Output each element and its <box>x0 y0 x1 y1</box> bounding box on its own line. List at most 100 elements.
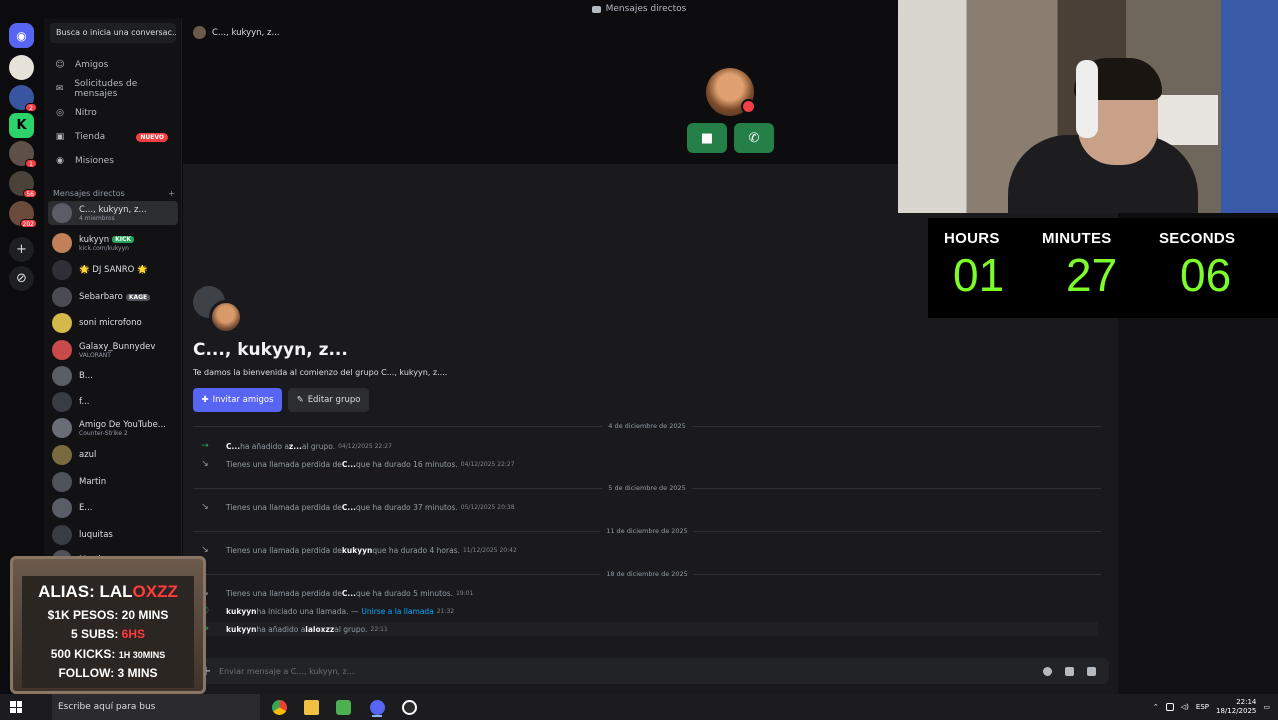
dm-item[interactable]: Galaxy_Bunnydev VALORANT <box>48 338 178 362</box>
language-indicator[interactable]: ESP <box>1196 703 1209 711</box>
discord-taskbar-icon[interactable] <box>364 697 390 717</box>
username: C... <box>341 502 356 512</box>
overlay-line: $1K PESOS: 20 MINS <box>47 608 169 622</box>
dm-name: Galaxy_Bunnydev <box>79 341 156 352</box>
invite-friends-button[interactable]: ✚ Invitar amigos <box>193 388 282 412</box>
video-icon: ■ <box>700 130 714 146</box>
composer-input[interactable]: Enviar mensaje a C..., kukyyn, z... <box>219 667 1043 676</box>
gift-icon[interactable] <box>1087 666 1096 676</box>
message-text: al grupo. <box>301 441 336 451</box>
clock[interactable]: 22:14 18/12/2025 <box>1216 698 1256 716</box>
dm-status: kick.com/kukyyn <box>79 244 129 252</box>
add-user-icon: ✚ <box>201 395 209 405</box>
message-text: que ha durado 4 horas. <box>372 545 460 555</box>
dm-item[interactable]: kukyyn KICK kick.com/kukyyn <box>48 231 178 255</box>
search-input[interactable]: Busca o inicia una conversac... <box>50 23 176 43</box>
minutes-value: 27 <box>1066 249 1118 301</box>
dm-item[interactable]: luquitas <box>48 523 178 547</box>
username: kukyyn <box>226 624 257 634</box>
dm-item[interactable]: B... <box>48 364 178 388</box>
server-icon[interactable]: 202 <box>9 201 37 228</box>
create-dm-button[interactable]: + <box>168 189 175 198</box>
app-icon[interactable] <box>330 697 356 717</box>
avatar <box>52 366 72 386</box>
dm-item[interactable]: azul <box>48 443 178 467</box>
obs-icon[interactable] <box>396 697 422 717</box>
dm-item[interactable]: soni microfono <box>48 311 178 335</box>
avatar <box>52 313 72 333</box>
dm-status: 4 miembros <box>79 214 115 222</box>
overlay-alias: ALIAS: LALOXZZ <box>38 582 178 601</box>
chevron-up-icon[interactable]: ⌃ <box>1153 703 1159 711</box>
new-badge: NUEVO <box>136 132 168 142</box>
nav-nitro[interactable]: ◎ Nitro <box>50 102 176 124</box>
dm-item[interactable]: C..., kukyyn, z... 4 miembros <box>48 201 178 225</box>
message-composer[interactable]: + Enviar mensaje a C..., kukyyn, z... <box>193 658 1109 684</box>
avatar <box>52 418 72 438</box>
dm-item[interactable]: Martin <box>48 470 178 494</box>
chrome-icon[interactable] <box>266 697 292 717</box>
system-message: ↘ Tienes una llamada perdida de C... que … <box>198 457 1098 471</box>
date-divider: 18 de diciembre de 2025 <box>193 569 1101 579</box>
dm-name: kukyyn <box>79 234 110 245</box>
system-message: ✆kukyyn ha iniciado una llamada. —Unirse… <box>198 604 1098 618</box>
join-call-link[interactable]: Unirse a la llamada <box>361 607 433 616</box>
nav-amigos[interactable]: ☺ Amigos <box>50 54 176 76</box>
taskbar-search[interactable]: Escribe aquí para bus <box>52 694 260 720</box>
dm-status: Counter-Strike 2 <box>79 429 128 437</box>
dm-name: Amigo De YouTube... <box>79 419 166 430</box>
system-message: →kukyyn ha añadido a laloxzz al grupo.22… <box>198 622 1098 636</box>
username: C... <box>341 588 356 598</box>
discord-home-icon[interactable]: ◉ <box>9 23 34 48</box>
timestamp: 05/12/2025 20:38 <box>460 503 515 511</box>
nav-tienda[interactable]: ▣ Tienda NUEVO <box>50 126 176 148</box>
system-message: → C... ha añadido a z... al grupo. 04/12/2… <box>198 439 1098 453</box>
username: C... <box>341 459 356 469</box>
dm-item[interactable]: E... <box>48 496 178 520</box>
server-icon[interactable] <box>9 55 34 80</box>
notification-icon[interactable]: ▭ <box>1263 703 1270 711</box>
dm-item[interactable]: Amigo De YouTube... Counter-Strike 2 <box>48 416 178 440</box>
discover-icon[interactable]: ⊘ <box>9 266 34 291</box>
nav-solicitudes[interactable]: ✉ Solicitudes de mensajes <box>50 78 176 100</box>
join-call-button[interactable]: ✆ <box>734 123 774 153</box>
dm-item[interactable]: Sebarbaro KAGE <box>48 285 178 309</box>
sticker-icon[interactable] <box>1065 666 1074 676</box>
kick-server-icon[interactable]: K <box>9 113 34 138</box>
timestamp: 21:32 <box>436 607 455 615</box>
message-text: Tienes una llamada perdida de <box>226 588 342 598</box>
file-explorer-icon[interactable] <box>298 697 324 717</box>
dm-item[interactable]: f... <box>48 390 178 414</box>
edit-group-button[interactable]: ✎ Editar grupo <box>288 388 369 412</box>
nav-misiones[interactable]: ◉ Misiones <box>50 150 176 172</box>
server-icon[interactable]: 56 <box>9 171 37 198</box>
windows-start-icon[interactable] <box>10 701 22 713</box>
server-icon[interactable]: 2 <box>9 85 37 112</box>
server-icon[interactable]: 1 <box>9 141 37 168</box>
dm-item[interactable]: 🌟 DJ SANRO 🌟 <box>48 258 178 282</box>
message-text: ha añadido a <box>256 624 306 634</box>
add-server-icon[interactable]: + <box>9 237 34 262</box>
date-divider: 4 de diciembre de 2025 <box>193 421 1101 431</box>
avatar <box>209 300 243 334</box>
volume-icon[interactable]: ◁) <box>1181 703 1189 711</box>
message-text: Tienes una llamada perdida de <box>226 459 342 469</box>
avatar <box>52 287 72 307</box>
username: kukyyn <box>341 545 373 555</box>
overlay-line: FOLLOW: 3 MINS <box>58 666 158 680</box>
stream-overlay: ALIAS: LALOXZZ $1K PESOS: 20 MINS 5 SUBS… <box>10 556 206 694</box>
stream-timer: HOURS 01 MINUTES 27 SECONDS 06 <box>928 218 1278 318</box>
message-text: que ha durado 5 minutos. <box>355 588 453 598</box>
video-call-button[interactable]: ■ <box>687 123 727 153</box>
dm-name: 🌟 DJ SANRO 🌟 <box>79 265 148 275</box>
screen: Mensajes directos ◉ 2 K 1 56 202 + ⊘ Bus… <box>0 0 1278 720</box>
dm-name: soni microfono <box>79 318 142 328</box>
overlay-line: 500 KICKS: 1H 30MINS <box>50 647 166 661</box>
network-icon[interactable] <box>1165 703 1174 711</box>
shop-icon: ▣ <box>55 132 65 142</box>
system-message: ↘ Tienes una llamada perdida de kukyyn qu… <box>198 543 1098 557</box>
dm-section-header: Mensajes directos + <box>53 189 175 198</box>
emoji-icon[interactable] <box>1043 666 1052 676</box>
timestamp: 04/12/2025 22:27 <box>460 460 515 468</box>
taskbar: Escribe aquí para bus ⌃ ◁) ESP 22:14 18/… <box>0 694 1278 720</box>
